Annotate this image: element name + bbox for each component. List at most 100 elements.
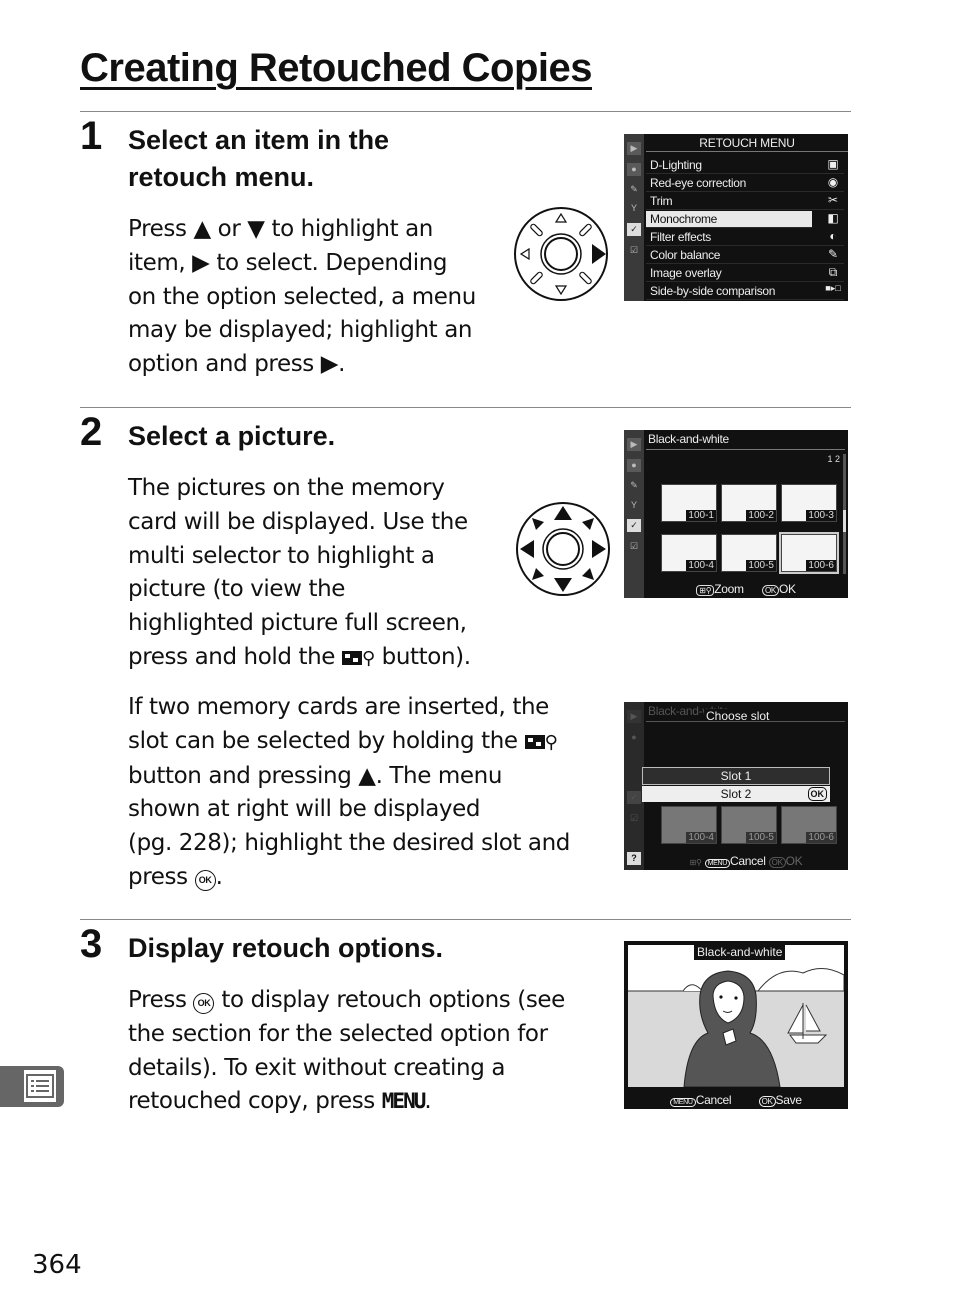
- thumbnail-selected[interactable]: 100-6: [779, 532, 839, 574]
- menu-title: RETOUCH MENU: [646, 136, 848, 152]
- menu-item-red-eye-correction[interactable]: Red-eye correction: [646, 175, 844, 192]
- thumbnail-label: 100-3: [806, 510, 836, 521]
- pencil-icon[interactable]: ✎: [627, 479, 641, 492]
- step-2-slot-line: shown at right will be displayed: [128, 796, 481, 823]
- divider: [80, 919, 851, 920]
- menu-item-label: Image overlay: [650, 266, 722, 280]
- menu-item-side-by-side-comparison[interactable]: Side-by-side comparison: [646, 283, 844, 300]
- menu-sidebar: ▶ ● ✎ Y ✓ ☑: [624, 430, 644, 598]
- step-2-line: highlighted picture full screen,: [128, 610, 467, 637]
- menu-item-image-overlay[interactable]: Image overlay: [646, 265, 844, 282]
- step-1-line: may be displayed; highlight an: [128, 317, 473, 344]
- menu-button-icon: MENU: [670, 1098, 696, 1107]
- wrench-icon[interactable]: Y: [627, 499, 641, 512]
- step-2-line: The pictures on the memory: [128, 475, 445, 501]
- step-3-body: Press OK to display retouch options (see…: [128, 984, 565, 1119]
- playback-icon[interactable]: ▶: [627, 438, 641, 451]
- thumbnail-label: 100-6: [806, 560, 836, 571]
- pencil-icon[interactable]: ✎: [627, 183, 641, 196]
- thumbnail-label: 100-5: [746, 560, 776, 571]
- retouch-icon[interactable]: ✓: [627, 519, 641, 532]
- thumbnail-label: 100-1: [686, 510, 716, 521]
- section-tab[interactable]: [0, 1066, 64, 1107]
- scrollbar-thumb[interactable]: [843, 510, 846, 532]
- step-2-line: multi selector to highlight a: [128, 542, 435, 569]
- thumbnail-label: 100-6: [806, 832, 836, 843]
- text-run: to display retouch options (see: [214, 987, 565, 1013]
- menu-item-label: Filter effects: [650, 230, 711, 244]
- camera-icon: ●: [631, 732, 637, 742]
- ok-badge: OK: [807, 787, 827, 801]
- camera-icon[interactable]: ●: [627, 459, 641, 472]
- step-1-heading-line2: retouch menu.: [128, 162, 315, 192]
- ok-button-icon: OK: [193, 993, 215, 1014]
- step-2-number: 2: [80, 410, 103, 454]
- step-3-line: Press OK to display retouch options (see: [128, 984, 565, 1018]
- thumbnail[interactable]: 100-3: [781, 484, 837, 522]
- color-balance-icon: ✎: [827, 247, 839, 261]
- scissors-icon: ✂: [827, 193, 839, 207]
- step-2-slot-body: If two memory cards are inserted, the sl…: [128, 691, 570, 895]
- monochrome-icon: ◧: [827, 211, 839, 225]
- menu-sidebar: ▶ ● ✎ Y ✓ ☑: [624, 134, 644, 301]
- text-run: retouched copy, press: [128, 1088, 382, 1115]
- step-2-slot-line: press OK.: [128, 861, 570, 895]
- text-run: .: [215, 863, 223, 890]
- step-3-heading: Display retouch options.: [128, 933, 444, 963]
- step-2-body: The pictures on the memory card will be …: [128, 472, 471, 676]
- menu-button-label: MENU: [381, 1089, 427, 1114]
- help-icon[interactable]: ?: [627, 852, 641, 865]
- step-2-line: picture (to view the: [128, 576, 346, 603]
- step-3-line: details). To exit without creating a: [128, 1054, 506, 1081]
- ok-button-icon: OK: [758, 1096, 776, 1107]
- menu-item-label: D-Lighting: [650, 158, 702, 172]
- step-1-line: Press ▲ or ▼ to highlight an: [128, 216, 433, 242]
- preview-screen: Black-and-white MENU Cancel OK Save: [624, 941, 848, 1109]
- footer-ok-label: OK: [785, 854, 803, 868]
- thumbnail[interactable]: 100-4: [661, 534, 717, 572]
- my-menu-icon[interactable]: ☑: [627, 540, 641, 553]
- screen-title: Black-and-white: [648, 432, 729, 446]
- step-2-slot-line: If two memory cards are inserted, the: [128, 694, 549, 720]
- menu-item-d-lighting[interactable]: D-Lighting: [646, 157, 844, 174]
- menu-item-trim[interactable]: Trim: [646, 193, 844, 210]
- retouch-icon[interactable]: ✓: [627, 223, 641, 236]
- thumbnail[interactable]: 100-1: [661, 484, 717, 522]
- multi-selector-all-directions-icon: [516, 502, 610, 596]
- menu-item-filter-effects[interactable]: Filter effects: [646, 229, 844, 246]
- page-title: Creating Retouched Copies: [80, 46, 593, 90]
- menu-item-label: Side-by-side comparison: [650, 284, 776, 298]
- footer-save-label: Save: [775, 1093, 802, 1107]
- step-3-number: 3: [80, 922, 103, 966]
- wrench-icon[interactable]: Y: [627, 202, 641, 215]
- divider: [80, 111, 851, 112]
- thumbnail[interactable]: 100-5: [721, 534, 777, 572]
- playback-icon[interactable]: ▶: [627, 142, 641, 155]
- camera-icon[interactable]: ●: [627, 163, 641, 176]
- slot-option-1[interactable]: Slot 1: [642, 767, 830, 785]
- thumbnail: 100-6: [781, 806, 837, 844]
- thumbnail[interactable]: 100-2: [721, 484, 777, 522]
- menu-item-color-balance[interactable]: Color balance: [646, 247, 844, 264]
- menu-item-label: Trim: [650, 194, 673, 208]
- step-1-heading-line1: Select an item in the: [128, 125, 390, 155]
- thumbnail: 100-5: [721, 806, 777, 844]
- side-by-side-icon: ■▸□: [825, 283, 841, 293]
- step-2-slot-line: button and pressing ▲. The menu: [128, 762, 503, 789]
- step-2-slot-line: slot can be selected by holding the ⚲: [128, 725, 570, 760]
- step-1-heading: Select an item in the retouch menu.: [128, 122, 389, 196]
- step-2-slot-line: (pg. 228); highlight the desired slot an…: [128, 830, 570, 857]
- step-3-line: the section for the selected option for: [128, 1020, 548, 1047]
- menu-item-monochrome[interactable]: Monochrome: [646, 211, 812, 228]
- ok-button-icon: OK: [768, 857, 786, 868]
- step-1-line: option and press ▶.: [128, 351, 345, 378]
- my-menu-icon[interactable]: ☑: [627, 244, 641, 257]
- zoom-button-icon: ⊞⚲: [696, 585, 715, 596]
- menu-list-icon: [24, 1070, 56, 1102]
- ok-button-icon: OK: [194, 869, 216, 891]
- slot-option-2-selected[interactable]: Slot 2 OK: [642, 786, 830, 802]
- overlay-icon: ⧉: [828, 265, 838, 279]
- retouch-menu-screen: ▶ ● ✎ Y ✓ ☑ RETOUCH MENU D-Lighting ▣ Re…: [624, 134, 848, 301]
- thumbnail-label: 100-4: [686, 560, 716, 571]
- menu-button-icon: MENU: [704, 859, 731, 868]
